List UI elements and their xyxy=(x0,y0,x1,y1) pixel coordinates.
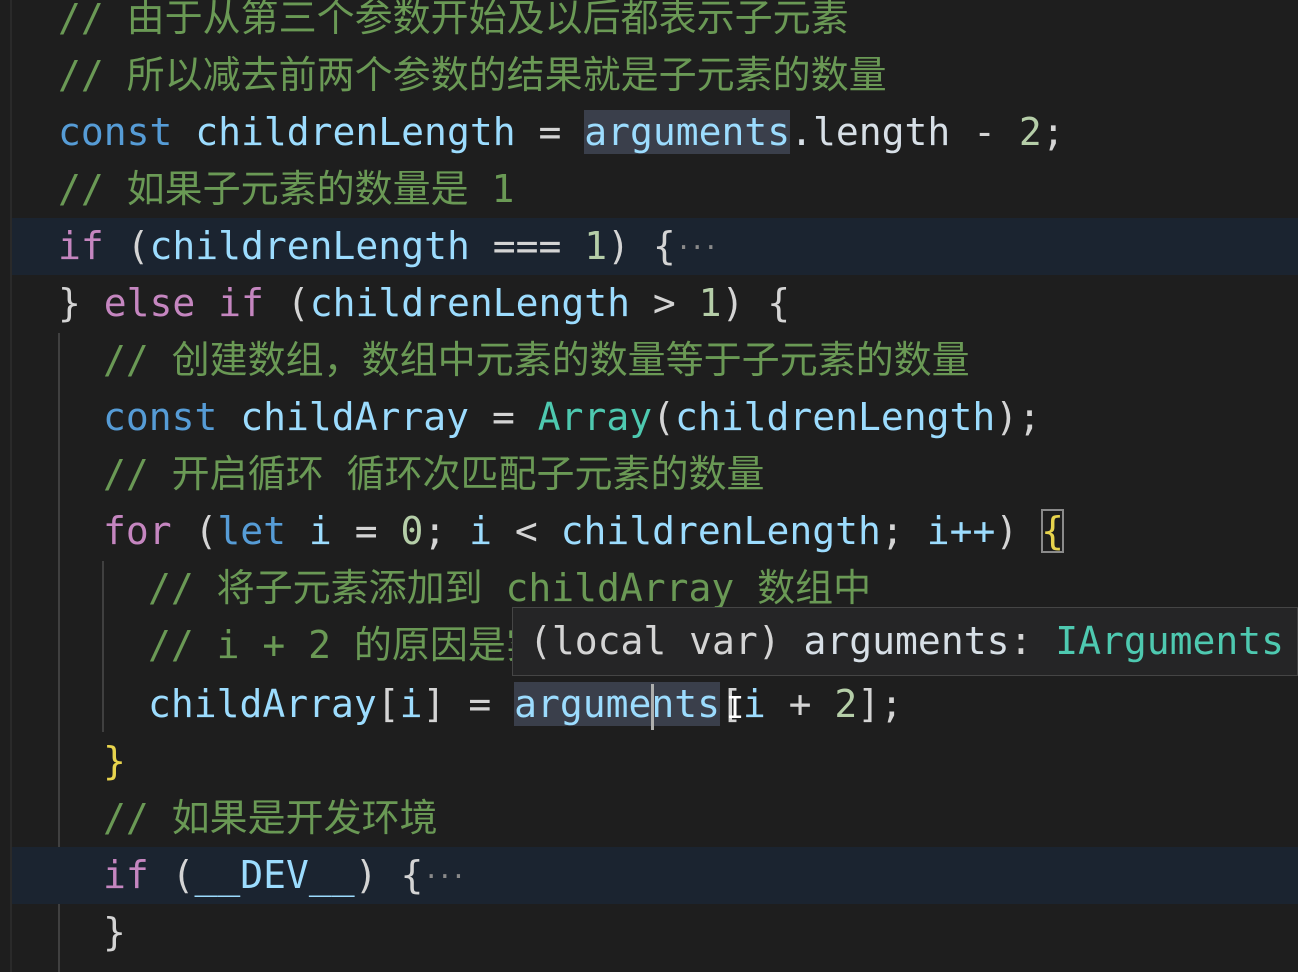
hover-tooltip: (local var) arguments: IArguments xyxy=(512,607,1298,676)
punctuation: ( xyxy=(103,224,150,268)
code-line[interactable]: const childrenLength = arguments.length … xyxy=(0,104,1298,161)
code-content: const childrenLength = arguments.length … xyxy=(58,104,1065,161)
punctuation: ; xyxy=(880,509,927,553)
punctuation: ( xyxy=(263,281,310,325)
keyword: for xyxy=(103,509,172,553)
punctuation: ; xyxy=(423,509,470,553)
identifier: childrenLength xyxy=(560,509,881,553)
hover-type: IArguments xyxy=(1055,619,1284,663)
keyword: const xyxy=(103,395,218,439)
number: 1 xyxy=(698,281,722,325)
punctuation: ( xyxy=(148,853,195,897)
matched-brace: { xyxy=(1041,509,1064,553)
operator: > xyxy=(629,281,699,325)
code-line[interactable]: // 创建数组，数组中元素的数量等于子元素的数量 xyxy=(0,332,1298,389)
punctuation: ) { xyxy=(354,853,424,897)
operator: = xyxy=(331,509,401,553)
identifier: i xyxy=(399,682,423,726)
closing-brace: } xyxy=(103,910,126,954)
code-line[interactable]: // 由于从第三个参数开始及以后都表示子元素 xyxy=(0,0,1298,47)
number: 0 xyxy=(400,509,424,553)
code-line[interactable]: const childArray = Array(childrenLength)… xyxy=(0,389,1298,446)
code-line[interactable]: // 所以减去前两个参数的结果就是子元素的数量 xyxy=(0,47,1298,104)
comment: // i + 2 的原因是实 xyxy=(148,623,544,667)
fold-ellipsis-icon[interactable]: ··· xyxy=(676,233,719,263)
number: 1 xyxy=(584,224,608,268)
punctuation: ( xyxy=(171,509,218,553)
hover-symbol-name: arguments xyxy=(803,619,1010,663)
operator: === xyxy=(469,224,585,268)
number: 2 xyxy=(996,110,1042,154)
code-line[interactable]: childArray[i] = arguments[i + 2]; xyxy=(0,676,1298,733)
identifier: childArray xyxy=(148,682,377,726)
punctuation: ]; xyxy=(857,682,904,726)
code-content: for (let i = 0; i < childrenLength; i++)… xyxy=(103,503,1064,560)
identifier: childrenLength xyxy=(674,395,996,439)
hover-prefix: (local var) xyxy=(529,619,804,663)
punctuation: ; xyxy=(1041,110,1065,154)
operator: + xyxy=(765,682,835,726)
code-content: const childArray = Array(childrenLength)… xyxy=(103,389,1041,446)
operator: < xyxy=(492,509,561,553)
text-cursor xyxy=(651,684,654,730)
property: .length xyxy=(790,110,974,154)
punctuation: ); xyxy=(995,395,1042,439)
code-line[interactable]: } xyxy=(0,733,1298,790)
identifier: childArray xyxy=(240,395,470,439)
comment: // 如果是开发环境 xyxy=(103,796,438,840)
keyword: else if xyxy=(103,281,264,325)
identifier: childrenLength xyxy=(309,281,630,325)
closing-brace: } xyxy=(103,739,126,783)
code-content: childArray[i] = arguments[i + 2]; xyxy=(148,676,903,733)
code-content: } else if (childrenLength > 1) { xyxy=(58,275,790,332)
code-line[interactable]: // 如果子元素的数量是 1 xyxy=(0,161,1298,218)
comment: // 创建数组，数组中元素的数量等于子元素的数量 xyxy=(103,338,970,382)
code-line[interactable]: for (let i = 0; i < childrenLength; i++)… xyxy=(0,503,1298,560)
folded-code-line[interactable]: if (__DEV__) {··· xyxy=(12,847,1298,904)
punctuation: ) { xyxy=(607,224,676,268)
keyword: if xyxy=(103,853,149,897)
comment: // 如果子元素的数量是 1 xyxy=(58,167,515,211)
code-line[interactable]: // 开启循环 循环次匹配子元素的数量 xyxy=(0,446,1298,503)
identifier: __DEV__ xyxy=(194,853,355,897)
keyword: if xyxy=(58,224,104,268)
type-name: Array xyxy=(537,395,653,439)
operator: ] = xyxy=(422,682,515,726)
operator: - xyxy=(973,110,997,154)
code-line[interactable]: } xyxy=(0,904,1298,961)
identifier: i xyxy=(742,682,766,726)
hovered-identifier[interactable]: arguments xyxy=(514,682,720,726)
punctuation: } xyxy=(58,281,104,325)
code-editor[interactable]: // 由于从第三个参数开始及以后都表示子元素 // 所以减去前两个参数的结果就是… xyxy=(0,0,1298,972)
code-content: if (__DEV__) {··· xyxy=(103,847,466,906)
comment: // 所以减去前两个参数的结果就是子元素的数量 xyxy=(58,53,887,97)
operator: = xyxy=(515,110,585,154)
mouse-ibeam-icon: I xyxy=(726,691,745,726)
code-line[interactable]: // 如果是开发环境 xyxy=(0,790,1298,847)
identifier: i xyxy=(469,509,492,553)
fold-ellipsis-icon[interactable]: ··· xyxy=(423,862,466,892)
code-line[interactable]: } else if (childrenLength > 1) { xyxy=(0,275,1298,332)
code-content: if (childrenLength === 1) {··· xyxy=(58,218,719,277)
keyword: let xyxy=(217,509,287,553)
comment: // 开启循环 循环次匹配子元素的数量 xyxy=(103,452,765,496)
identifier: i xyxy=(286,509,332,553)
number: 2 xyxy=(834,682,858,726)
highlighted-identifier: arguments xyxy=(584,110,791,154)
punctuation: ) { xyxy=(721,281,791,325)
identifier: i++ xyxy=(926,509,996,553)
comment: // 由于从第三个参数开始及以后都表示子元素 xyxy=(58,0,849,40)
folded-code-line[interactable]: if (childrenLength === 1) {··· xyxy=(12,218,1298,275)
punctuation: [ xyxy=(376,682,400,726)
punctuation: ) xyxy=(995,509,1042,553)
punctuation: ( xyxy=(652,395,675,439)
identifier: childrenLength xyxy=(195,110,516,154)
identifier: childrenLength xyxy=(149,224,470,268)
operator: = xyxy=(469,395,538,439)
hover-colon: : xyxy=(1009,619,1056,663)
keyword: const xyxy=(58,110,173,154)
